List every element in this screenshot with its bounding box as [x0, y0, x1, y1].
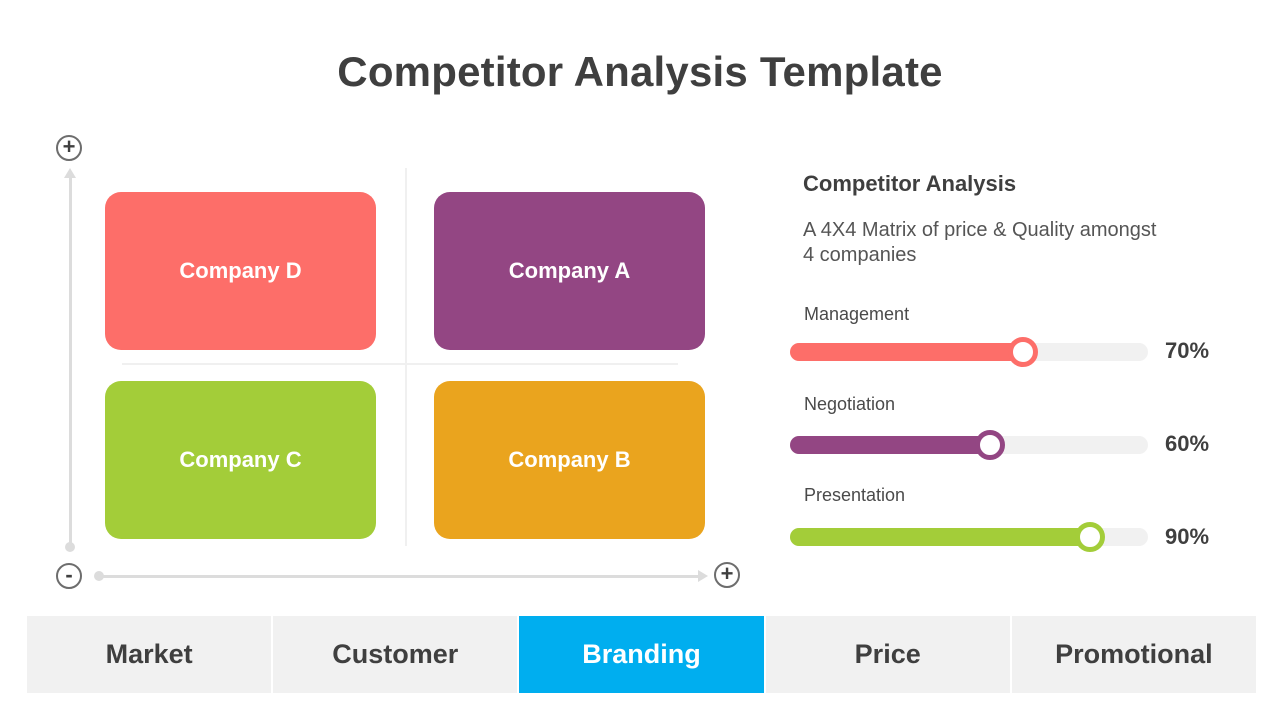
company-label: Company A — [508, 258, 631, 283]
company-label: Company C — [179, 447, 302, 472]
tab-market[interactable]: Market — [27, 616, 274, 693]
vertical-axis-origin-dot — [65, 542, 75, 552]
axis-minus-button[interactable]: - — [56, 563, 82, 589]
vertical-axis — [69, 178, 72, 546]
negotiation-progress-bar[interactable] — [790, 430, 1148, 460]
company-b-card[interactable]: Company B — [434, 381, 705, 539]
plus-icon: + — [720, 561, 734, 586]
horizontal-axis-arrowhead — [698, 570, 708, 582]
progress-fill — [790, 343, 1034, 361]
tab-price[interactable]: Price — [765, 616, 1012, 693]
panel-heading: Competitor Analysis — [803, 171, 1017, 196]
tab-label: Promotional — [1055, 639, 1213, 669]
panel-description: A 4X4 Matrix of price & Quality amongst … — [803, 219, 1157, 266]
x-axis-plus-button[interactable]: + — [714, 562, 740, 588]
y-axis-plus-button[interactable]: + — [56, 135, 82, 161]
tab-branding[interactable]: Branding — [519, 616, 766, 693]
tab-promotional[interactable]: Promotional — [1011, 616, 1257, 693]
company-label: Company D — [179, 258, 302, 283]
minus-icon: - — [65, 562, 73, 587]
company-label: Company B — [508, 447, 631, 472]
progress-fill — [790, 528, 1100, 546]
progress-fill — [790, 436, 1000, 454]
presentation-label: Presentation — [804, 485, 906, 505]
slider-knob[interactable] — [1008, 337, 1039, 367]
tab-label: Branding — [582, 639, 701, 669]
company-c-card[interactable]: Company C — [105, 381, 376, 539]
company-a-card[interactable]: Company A — [434, 192, 705, 350]
management-value: 70% — [1165, 338, 1210, 363]
tab-label: Market — [105, 639, 193, 669]
tab-label: Price — [854, 639, 921, 669]
page-title: Competitor Analysis Template — [337, 48, 943, 95]
presentation-value: 90% — [1165, 524, 1210, 549]
horizontal-axis — [98, 575, 700, 578]
quadrant-horizontal-divider — [122, 363, 678, 365]
company-d-card[interactable]: Company D — [105, 192, 376, 350]
slider-knob[interactable] — [974, 430, 1005, 460]
negotiation-label: Negotiation — [804, 394, 896, 414]
slider-knob[interactable] — [1074, 522, 1105, 552]
vertical-axis-arrowhead — [64, 168, 76, 178]
tab-customer[interactable]: Customer — [273, 616, 520, 693]
management-progress-bar[interactable] — [790, 337, 1148, 367]
negotiation-value: 60% — [1165, 431, 1210, 456]
category-tabs: Market Customer Branding Price Promotion… — [27, 616, 1257, 693]
presentation-progress-bar[interactable] — [790, 522, 1148, 552]
management-label: Management — [804, 304, 910, 324]
tab-label: Customer — [332, 639, 459, 669]
quadrant-vertical-divider — [405, 168, 407, 546]
plus-icon: + — [62, 134, 76, 159]
